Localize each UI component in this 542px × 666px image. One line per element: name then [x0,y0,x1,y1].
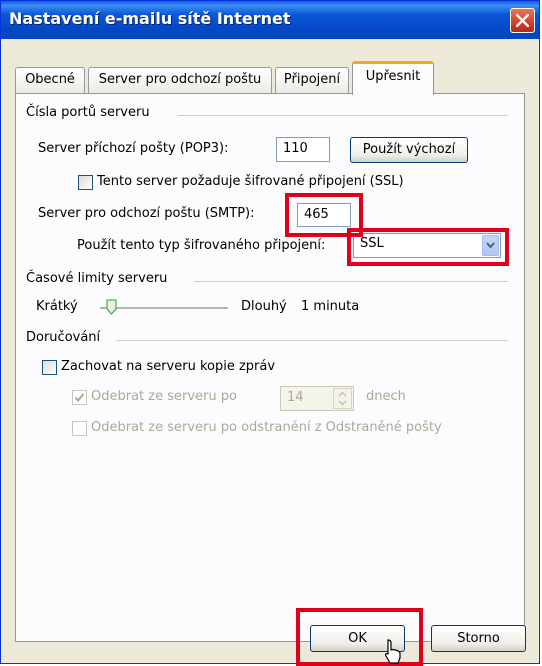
tab-connection[interactable]: Připojení [275,67,349,93]
remove-after-label: Odebrat ze serveru po [91,389,237,404]
timeout-slider-track [100,307,228,310]
advanced-panel: Čísla portů serveru Server příchozí pošt… [15,93,525,642]
keep-copy-checkbox[interactable] [42,360,57,375]
encryption-type-highlight [347,228,509,266]
dialog-window: Nastavení e-mailu sítě Internet Obecné S… [0,0,540,666]
days-spinner[interactable] [333,388,352,409]
timeout-slider-thumb[interactable] [106,299,118,315]
delivery-group-divider [116,340,508,341]
ssl-incoming-label: Tento server požaduje šifrované připojen… [97,174,404,189]
timeout-long-label: Dlouhý [241,299,287,314]
tab-outgoing-server[interactable]: Server pro odchozí poštu [88,67,272,93]
outgoing-port-label: Server pro odchozí poštu (SMTP): [38,206,255,221]
tab-advanced[interactable]: Upřesnit [352,61,434,95]
incoming-port-input[interactable]: 110 [276,137,330,162]
remove-after-days-value: 14 [287,390,304,405]
dialog-body: Obecné Server pro odchozí poštu Připojen… [4,39,536,666]
mouse-cursor-icon [385,639,401,664]
keep-copy-label: Zachovat na serveru kopie zpráv [61,359,276,374]
remove-after-checkbox[interactable] [72,390,87,405]
timeouts-group-label: Časové limity serveru [26,271,168,286]
spinner-arrows-icon [338,391,347,406]
checkmark-icon [74,393,85,403]
tab-general[interactable]: Obecné [15,67,85,93]
timeout-short-label: Krátký [36,299,78,314]
remove-when-deleted-label: Odebrat ze serveru po odstranění z Odstr… [91,420,442,435]
window-title: Nastavení e-mailu sítě Internet [9,9,291,28]
encryption-type-label: Použít tento typ šifrovaného připojení: [77,238,326,253]
remove-after-days-input[interactable]: 14 [280,386,354,411]
timeout-slider[interactable] [100,299,228,317]
delivery-group-label: Doručování [26,330,101,345]
close-button[interactable] [510,8,535,33]
timeouts-group-divider [194,281,508,282]
cancel-button[interactable]: Storno [431,625,526,652]
incoming-port-label: Server příchozí pošty (POP3): [38,141,229,156]
title-bar[interactable]: Nastavení e-mailu sítě Internet [1,1,539,39]
use-default-button[interactable]: Použít výchozí [350,137,468,163]
ports-group-divider [178,115,508,116]
ports-group-label: Čísla portů serveru [26,105,150,120]
ssl-incoming-checkbox[interactable] [78,175,93,190]
remove-when-deleted-checkbox[interactable] [72,421,87,436]
days-label: dnech [366,389,406,404]
close-icon [516,14,529,27]
timeout-value: 1 minuta [301,299,360,314]
